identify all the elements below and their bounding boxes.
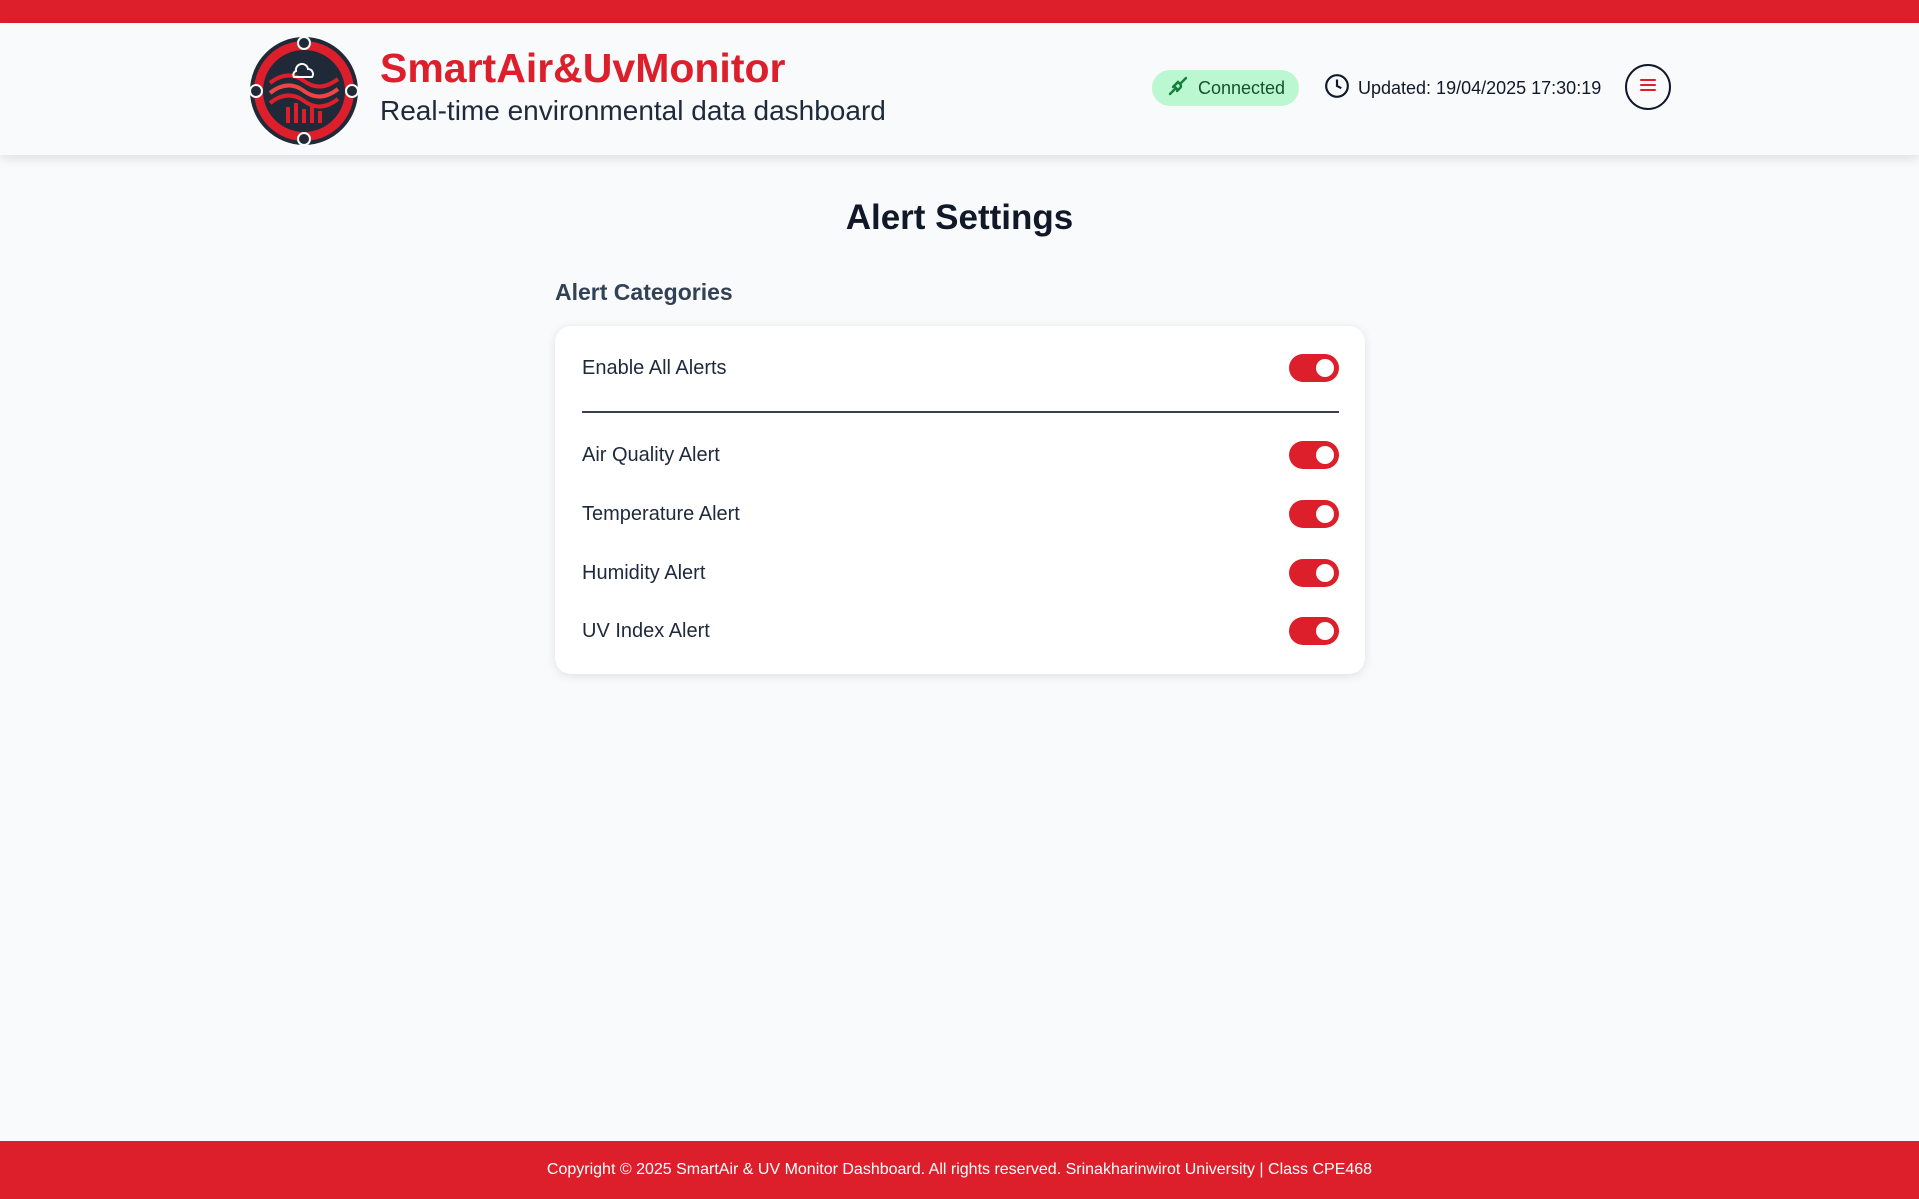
alert-row-air-quality: Air Quality Alert	[582, 435, 1339, 475]
toggle-knob	[1316, 446, 1334, 464]
alert-row-uv-index: UV Index Alert	[582, 611, 1339, 651]
smartair-logo	[248, 35, 360, 147]
menu-button[interactable]	[1625, 64, 1671, 110]
air-quality-alert-toggle[interactable]	[1289, 441, 1339, 469]
last-updated-text: Updated: 19/04/2025 17:30:19	[1358, 77, 1602, 98]
footer-copyright: Copyright © 2025 SmartAir & UV Monitor D…	[546, 1161, 1373, 1178]
section-title: Alert Categories	[555, 279, 733, 305]
connection-status-badge: Connected	[1152, 70, 1300, 106]
alert-label: Temperature Alert	[582, 502, 740, 525]
alert-label: Humidity Alert	[582, 561, 706, 584]
page-title: Alert Settings	[845, 198, 1074, 237]
uv-index-alert-toggle[interactable]	[1289, 617, 1339, 645]
alert-label: Air Quality Alert	[582, 443, 720, 466]
connection-plug-icon	[1166, 74, 1190, 103]
alert-label: UV Index Alert	[582, 619, 710, 642]
last-updated: Updated: 19/04/2025 17:30:19	[1324, 73, 1601, 103]
toggle-knob	[1316, 622, 1334, 640]
hamburger-menu-icon	[1639, 76, 1657, 99]
alert-row-temperature: Temperature Alert	[582, 494, 1339, 534]
page-footer: Copyright © 2025 SmartAir & UV Monitor D…	[0, 1141, 1919, 1199]
enable-all-alerts-toggle[interactable]	[1289, 354, 1339, 382]
clock-icon	[1324, 73, 1350, 104]
top-accent-strip	[0, 0, 1919, 23]
toggle-knob	[1316, 359, 1334, 377]
alert-categories-card: Enable All Alerts Air Quality Alert Temp…	[555, 326, 1365, 674]
divider	[582, 411, 1339, 413]
humidity-alert-toggle[interactable]	[1289, 559, 1339, 587]
enable-all-alerts-row: Enable All Alerts	[582, 348, 1339, 388]
app-header: SmartAir&UvMonitor Real-time environment…	[0, 23, 1919, 155]
brand-subtitle: Real-time environmental data dashboard	[380, 95, 886, 126]
enable-all-alerts-label: Enable All Alerts	[582, 356, 727, 379]
connection-status-label: Connected	[1198, 77, 1286, 98]
toggle-knob	[1316, 564, 1334, 582]
brand-title: SmartAir&UvMonitor	[380, 45, 786, 91]
temperature-alert-toggle[interactable]	[1289, 500, 1339, 528]
alert-row-humidity: Humidity Alert	[582, 553, 1339, 593]
toggle-knob	[1316, 505, 1334, 523]
